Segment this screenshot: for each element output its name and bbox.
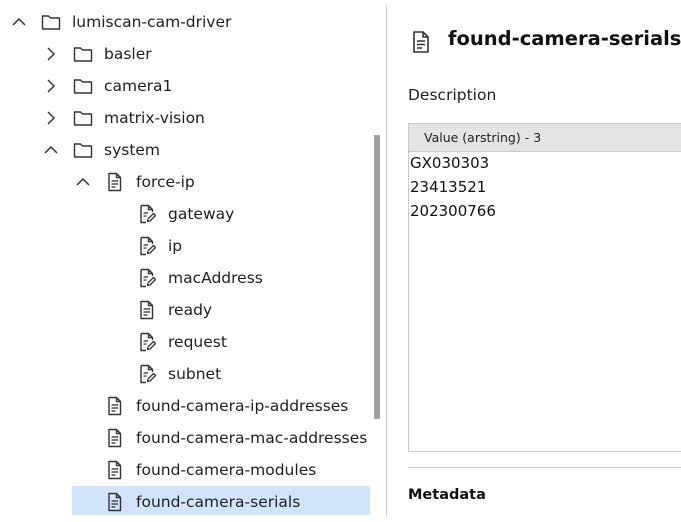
chevron-right-icon[interactable] bbox=[42, 45, 60, 63]
folder-icon bbox=[73, 76, 93, 96]
chevron-up-icon[interactable] bbox=[74, 173, 92, 191]
tree-item-label: found-camera-mac-addresses bbox=[136, 429, 368, 447]
document-icon bbox=[105, 396, 125, 416]
metadata-divider bbox=[408, 467, 681, 468]
value-cell[interactable]: 202300766 bbox=[410, 199, 496, 223]
detail-title: found-camera-serials bbox=[448, 27, 681, 50]
tree-item-label: force-ip bbox=[136, 173, 195, 191]
document-icon bbox=[411, 31, 431, 53]
tree-item-label: request bbox=[168, 333, 227, 351]
document-icon bbox=[137, 300, 157, 320]
tree-item-lumiscan-cam-driver[interactable]: lumiscan-cam-driver bbox=[0, 6, 385, 38]
tree-item-label: basler bbox=[104, 45, 152, 63]
tree-scrollbar-thumb[interactable] bbox=[374, 135, 380, 419]
editable-document-icon bbox=[137, 236, 157, 256]
tree-item-label: ready bbox=[168, 301, 213, 319]
tree-item-subnet[interactable]: subnet bbox=[0, 358, 385, 390]
editable-document-icon bbox=[137, 332, 157, 352]
tree-item-basler[interactable]: basler bbox=[0, 38, 385, 70]
document-icon bbox=[105, 492, 125, 512]
app-window: lumiscan-cam-driver basler camera1 matrix-v… bbox=[0, 0, 681, 522]
tree-item-found-camera-ip-addresses[interactable]: found-camera-ip-addresses bbox=[0, 390, 385, 422]
document-icon bbox=[105, 172, 125, 192]
value-column-header-label: Value (arstring) - 3 bbox=[424, 130, 542, 145]
tree-panel: lumiscan-cam-driver basler camera1 matrix-v… bbox=[0, 0, 385, 522]
tree-item-label: found-camera-ip-addresses bbox=[136, 397, 349, 415]
value-cell[interactable]: 23413521 bbox=[410, 175, 486, 199]
tree-item-ready[interactable]: ready bbox=[0, 294, 385, 326]
tree-item-label: matrix-vision bbox=[104, 109, 205, 127]
value-table: Value (arstring) - 3 GX030303 23413521 2… bbox=[408, 123, 681, 452]
folder-icon bbox=[73, 44, 93, 64]
tree-item-label: lumiscan-cam-driver bbox=[72, 13, 232, 31]
tree-item-request[interactable]: request bbox=[0, 326, 385, 358]
folder-icon bbox=[41, 12, 61, 32]
tree-item-found-camera-modules[interactable]: found-camera-modules bbox=[0, 454, 385, 486]
tree-item-camera1[interactable]: camera1 bbox=[0, 70, 385, 102]
tree-item-system[interactable]: system bbox=[0, 134, 385, 166]
value-cell[interactable]: GX030303 bbox=[410, 151, 489, 175]
tree-item-label: found-camera-serials bbox=[136, 493, 301, 511]
tree-item-ip[interactable]: ip bbox=[0, 230, 385, 262]
tree-item-macaddress[interactable]: macAddress bbox=[0, 262, 385, 294]
tree-item-force-ip[interactable]: force-ip bbox=[0, 166, 385, 198]
tree-item-gateway[interactable]: gateway bbox=[0, 198, 385, 230]
value-column-header[interactable]: Value (arstring) - 3 bbox=[409, 124, 681, 152]
tree-item-label: system bbox=[104, 141, 161, 159]
folder-icon bbox=[73, 108, 93, 128]
tree-item-found-camera-mac-addresses[interactable]: found-camera-mac-addresses bbox=[0, 422, 385, 454]
editable-document-icon bbox=[137, 204, 157, 224]
tree-item-label: ip bbox=[168, 237, 183, 255]
document-icon bbox=[105, 428, 125, 448]
tree-item-label: subnet bbox=[168, 365, 222, 383]
tree-item-label: found-camera-modules bbox=[136, 461, 317, 479]
chevron-right-icon[interactable] bbox=[42, 77, 60, 95]
tree-item-label: gateway bbox=[168, 205, 235, 223]
tree-item-found-camera-serials[interactable]: found-camera-serials bbox=[0, 486, 385, 518]
detail-panel: found-camera-serials Description Value (… bbox=[387, 0, 681, 522]
chevron-right-icon[interactable] bbox=[42, 109, 60, 127]
tree-item-label: camera1 bbox=[104, 77, 173, 95]
document-icon bbox=[105, 460, 125, 480]
tree-item-matrix-vision[interactable]: matrix-vision bbox=[0, 102, 385, 134]
tree-item-label: macAddress bbox=[168, 269, 263, 287]
folder-icon bbox=[73, 140, 93, 160]
chevron-up-icon[interactable] bbox=[42, 141, 60, 159]
metadata-label: Metadata bbox=[408, 487, 486, 503]
editable-document-icon bbox=[137, 364, 157, 384]
chevron-up-icon[interactable] bbox=[10, 13, 28, 31]
description-label: Description bbox=[408, 86, 497, 104]
editable-document-icon bbox=[137, 268, 157, 288]
